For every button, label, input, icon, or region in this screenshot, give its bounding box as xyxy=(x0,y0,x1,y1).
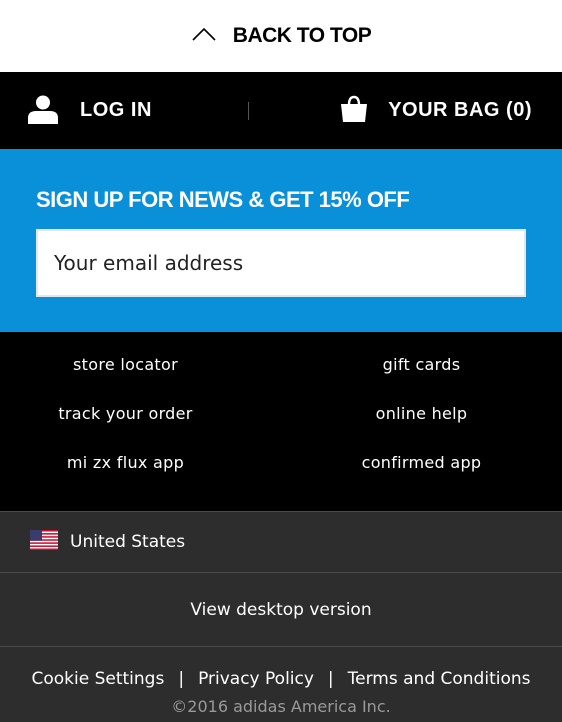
online-help-link[interactable]: online help xyxy=(281,389,562,438)
login-button[interactable]: LOG IN xyxy=(0,72,248,149)
desktop-version-section: View desktop version xyxy=(0,573,562,647)
store-locator-link[interactable]: store locator xyxy=(0,340,281,389)
back-to-top-label: BACK TO TOP xyxy=(232,24,372,47)
desktop-version-link[interactable]: View desktop version xyxy=(190,600,371,620)
bag-button[interactable]: YOUR BAG (0) xyxy=(249,72,562,149)
mobile-footer: BACK TO TOP LOG IN YOUR BAG (0) SIGN UP … xyxy=(0,0,562,722)
legal-section: Cookie Settings | Privacy Policy | Terms… xyxy=(0,647,562,722)
back-to-top-section: BACK TO TOP xyxy=(0,0,562,72)
account-bar: LOG IN YOUR BAG (0) xyxy=(0,72,562,149)
email-input[interactable] xyxy=(36,229,526,297)
track-order-link[interactable]: track your order xyxy=(0,389,281,438)
gift-cards-link[interactable]: gift cards xyxy=(281,340,562,389)
shopping-bag-icon xyxy=(340,95,368,127)
login-label: LOG IN xyxy=(80,99,152,121)
bag-label: YOUR BAG (0) xyxy=(388,99,532,121)
back-to-top-button[interactable]: BACK TO TOP xyxy=(191,24,372,48)
terms-link[interactable]: Terms and Conditions xyxy=(348,669,531,689)
country-selector[interactable]: United States xyxy=(0,511,562,573)
us-flag-icon xyxy=(30,530,58,554)
legal-separator: | xyxy=(178,669,185,689)
chevron-up-icon xyxy=(191,26,217,46)
newsletter-section: SIGN UP FOR NEWS & GET 15% OFF xyxy=(0,149,562,332)
footer-links: store locator gift cards track your orde… xyxy=(0,332,562,511)
legal-links: Cookie Settings | Privacy Policy | Terms… xyxy=(31,669,530,689)
privacy-policy-link[interactable]: Privacy Policy xyxy=(198,669,314,689)
cookie-settings-link[interactable]: Cookie Settings xyxy=(31,669,164,689)
mi-zx-flux-app-link[interactable]: mi zx flux app xyxy=(0,438,281,487)
user-icon xyxy=(28,94,58,128)
confirmed-app-link[interactable]: confirmed app xyxy=(281,438,562,487)
copyright-text: ©2016 adidas America Inc. xyxy=(171,697,391,716)
country-label: United States xyxy=(70,532,186,552)
newsletter-title: SIGN UP FOR NEWS & GET 15% OFF xyxy=(36,187,410,212)
legal-separator: | xyxy=(327,669,334,689)
